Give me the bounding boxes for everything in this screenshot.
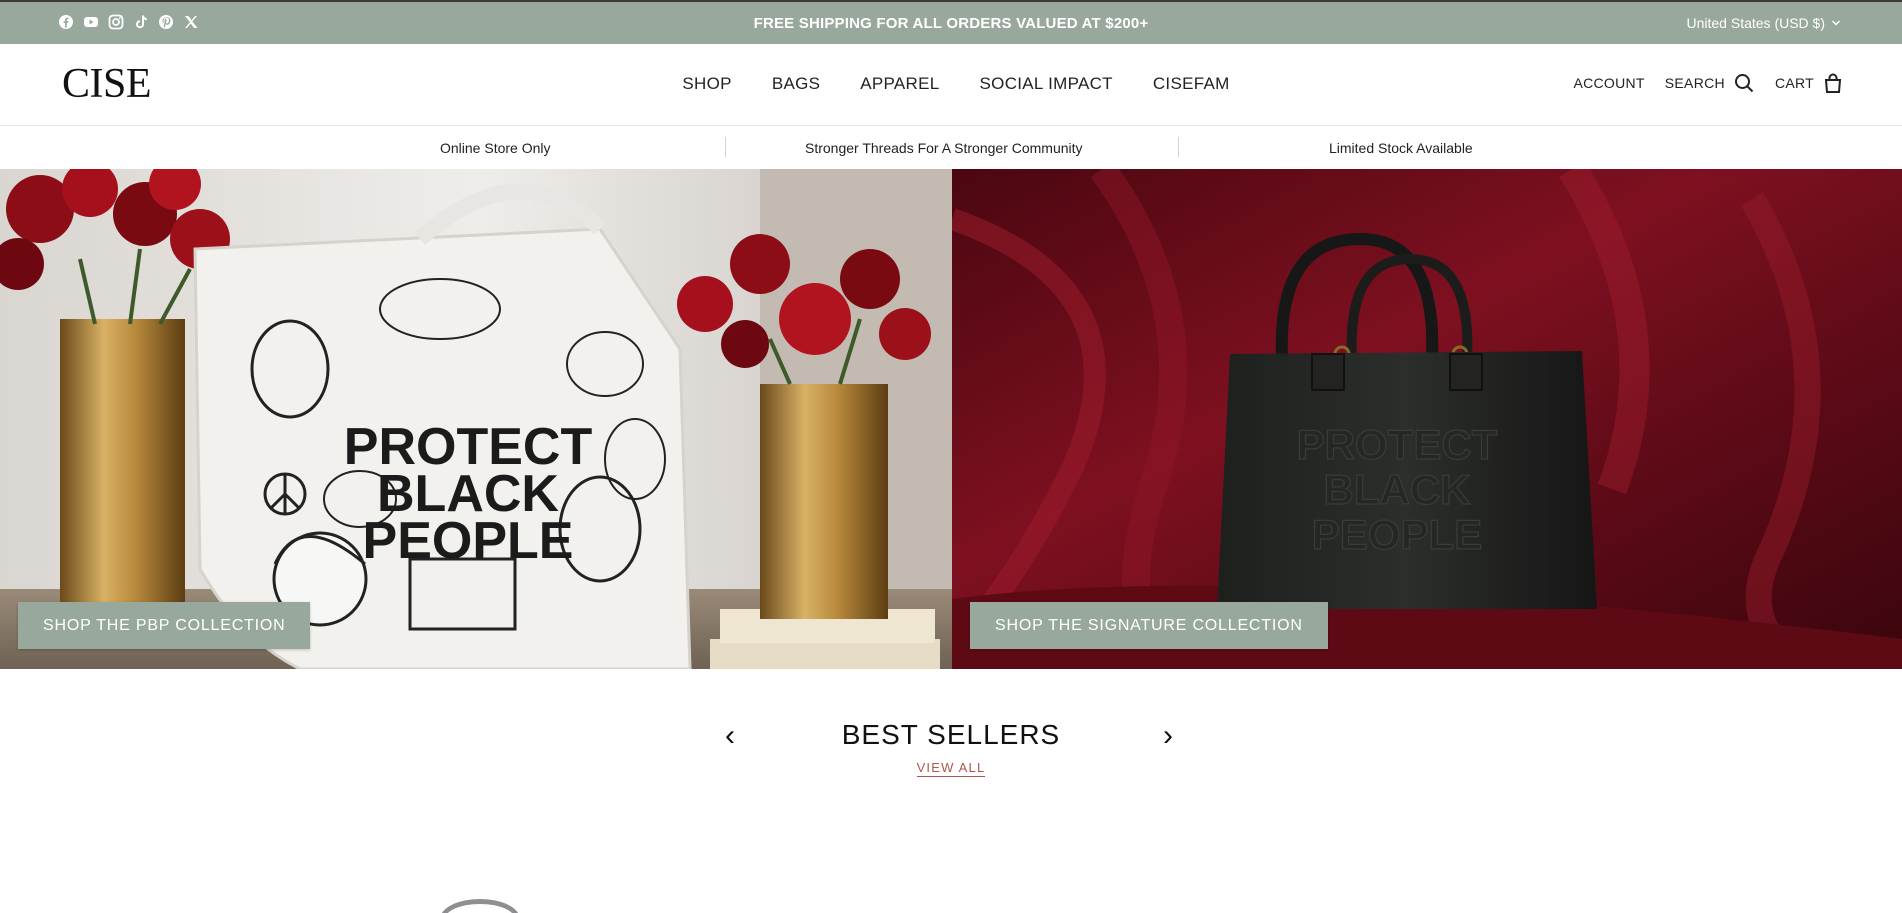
cart-button[interactable]: CART xyxy=(1775,72,1844,94)
bag-emboss-line-1: PROTECT xyxy=(1297,421,1498,468)
announcement-bar: FREE SHIPPING FOR ALL ORDERS VALUED AT $… xyxy=(0,0,1902,44)
search-icon xyxy=(1734,74,1754,93)
best-sellers-title: BEST SELLERS xyxy=(841,719,1061,750)
nav-apparel[interactable]: APPAREL xyxy=(860,74,939,94)
account-label: ACCOUNT xyxy=(1573,75,1645,91)
carousel-next-button[interactable]: › xyxy=(1163,719,1173,753)
shop-signature-collection-button[interactable]: SHOP THE SIGNATURE COLLECTION xyxy=(970,602,1328,649)
site-header: CISE SHOP BAGS APPAREL SOCIAL IMPACT CIS… xyxy=(0,44,1902,126)
chevron-down-icon xyxy=(1831,20,1841,26)
header-utilities: ACCOUNT SEARCH CART xyxy=(1573,72,1844,94)
product-image-peek xyxy=(440,899,520,913)
nav-bags[interactable]: BAGS xyxy=(772,74,820,94)
view-all-wrapper: VIEW ALL xyxy=(0,760,1902,777)
shopping-bag-icon xyxy=(1824,73,1842,93)
youtube-icon[interactable] xyxy=(83,14,99,30)
currency-label: United States (USD $) xyxy=(1686,15,1826,31)
cart-label: CART xyxy=(1774,75,1814,91)
pbp-tote-image: PROTECT BLACK PEOPLE xyxy=(0,169,952,669)
search-button[interactable]: SEARCH xyxy=(1665,72,1755,94)
nav-social-impact[interactable]: SOCIAL IMPACT xyxy=(980,74,1113,94)
currency-selector[interactable]: United States (USD $) xyxy=(1687,15,1842,31)
bag-emboss-line-3: PEOPLE xyxy=(1312,511,1482,558)
nav-shop[interactable]: SHOP xyxy=(682,74,731,94)
announcement-text: FREE SHIPPING FOR ALL ORDERS VALUED AT $… xyxy=(753,15,1149,32)
account-link[interactable]: ACCOUNT xyxy=(1573,75,1644,91)
usp-divider xyxy=(1178,137,1179,157)
instagram-icon[interactable] xyxy=(108,14,124,30)
bag-emboss-line-2: BLACK xyxy=(1324,466,1471,513)
usp-limited-stock: Limited Stock Available xyxy=(1329,140,1473,156)
nav-cisefam[interactable]: CISEFAM xyxy=(1153,74,1230,94)
tiktok-icon[interactable] xyxy=(133,14,149,30)
usp-online-store: Online Store Only xyxy=(440,140,551,156)
tote-print-line-3: PEOPLE xyxy=(363,512,574,570)
best-sellers-section: ‹ BEST SELLERS › VIEW ALL xyxy=(0,669,1902,913)
pinterest-icon[interactable] xyxy=(158,14,174,30)
search-label: SEARCH xyxy=(1664,75,1725,91)
carousel-prev-button[interactable]: ‹ xyxy=(725,719,735,753)
signature-bag-image: PROTECT BLACK PEOPLE xyxy=(952,169,1902,669)
hero-pbp-collection[interactable]: PROTECT BLACK PEOPLE SHOP THE PBP COLLEC… xyxy=(0,169,952,669)
facebook-icon[interactable] xyxy=(58,14,74,30)
social-links xyxy=(58,14,199,30)
usp-stronger-threads: Stronger Threads For A Stronger Communit… xyxy=(805,140,1083,156)
view-all-link[interactable]: VIEW ALL xyxy=(916,760,986,777)
shop-pbp-collection-button[interactable]: SHOP THE PBP COLLECTION xyxy=(18,602,311,649)
usp-divider xyxy=(725,137,726,157)
x-twitter-icon[interactable] xyxy=(183,14,199,30)
site-logo[interactable]: CISE xyxy=(62,60,152,108)
usp-bar: Online Store Only Stronger Threads For A… xyxy=(0,126,1902,169)
hero-signature-collection[interactable]: PROTECT BLACK PEOPLE SHOP THE SIGNATURE … xyxy=(952,169,1902,669)
